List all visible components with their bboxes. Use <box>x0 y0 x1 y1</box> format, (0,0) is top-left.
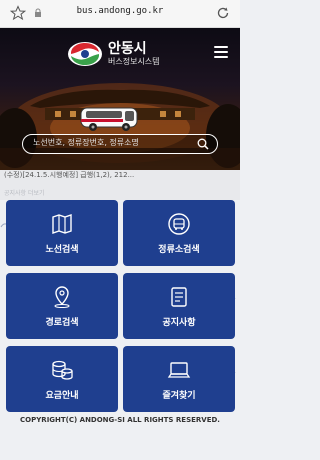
route-pin-icon <box>54 286 70 308</box>
url-bar[interactable]: bus.andong.go.kr <box>0 6 240 16</box>
search-input[interactable] <box>33 138 193 147</box>
path-search-button[interactable]: 경로검색 <box>6 273 118 339</box>
andong-emblem-icon <box>68 42 102 66</box>
laptop-icon <box>167 362 191 378</box>
hamburger-menu-icon[interactable] <box>214 46 228 58</box>
tile-label: 노선검색 <box>45 245 79 255</box>
tile-label: 요금안내 <box>45 391 79 401</box>
stop-search-button[interactable]: 정류소검색 <box>123 200 235 266</box>
site-logo[interactable]: 안동시 버스정보시스템 <box>66 40 160 68</box>
bus-illustration <box>80 107 138 131</box>
browser-toolbar: bus.andong.go.kr <box>0 0 240 28</box>
favorites-button[interactable]: 즐겨찾기 <box>123 346 235 412</box>
tile-label: 경로검색 <box>45 318 79 328</box>
fare-info-button[interactable]: 요금안내 <box>6 346 118 412</box>
notice-icon <box>171 287 187 307</box>
bus-stop-icon <box>168 213 190 235</box>
notice-button[interactable]: 공지사항 <box>123 273 235 339</box>
coins-icon <box>52 360 73 380</box>
route-search-button[interactable]: 노선검색 <box>6 200 118 266</box>
logo-subtitle: 버스정보시스템 <box>108 57 160 66</box>
notice-ticker[interactable]: (수정)[24.1.5.시행예정] 급행(1,2), 212... 공지사항 더… <box>0 170 240 200</box>
tile-label: 공지사항 <box>162 318 196 328</box>
reload-icon[interactable] <box>216 6 230 20</box>
notice-text[interactable]: (수정)[24.1.5.시행예정] 급행(1,2), 212... <box>4 170 134 180</box>
search-icon[interactable] <box>197 138 209 150</box>
notice-more-link[interactable]: 공지사항 더보기 <box>4 188 45 197</box>
hero-banner: 안동시 버스정보시스템 <box>0 28 240 170</box>
tile-label: 즐겨찾기 <box>162 391 196 401</box>
map-icon <box>52 214 72 234</box>
menu-grid: 노선검색 정류소검색 경로검색 공지사항 요금안내 즐겨찾기 <box>0 200 240 412</box>
tile-label: 정류소검색 <box>158 245 200 255</box>
logo-title: 안동시 <box>108 41 147 57</box>
search-bar <box>22 134 218 154</box>
copyright-footer: COPYRIGHT(C) ANDONG-SI ALL RIGHTS RESERV… <box>20 416 220 424</box>
